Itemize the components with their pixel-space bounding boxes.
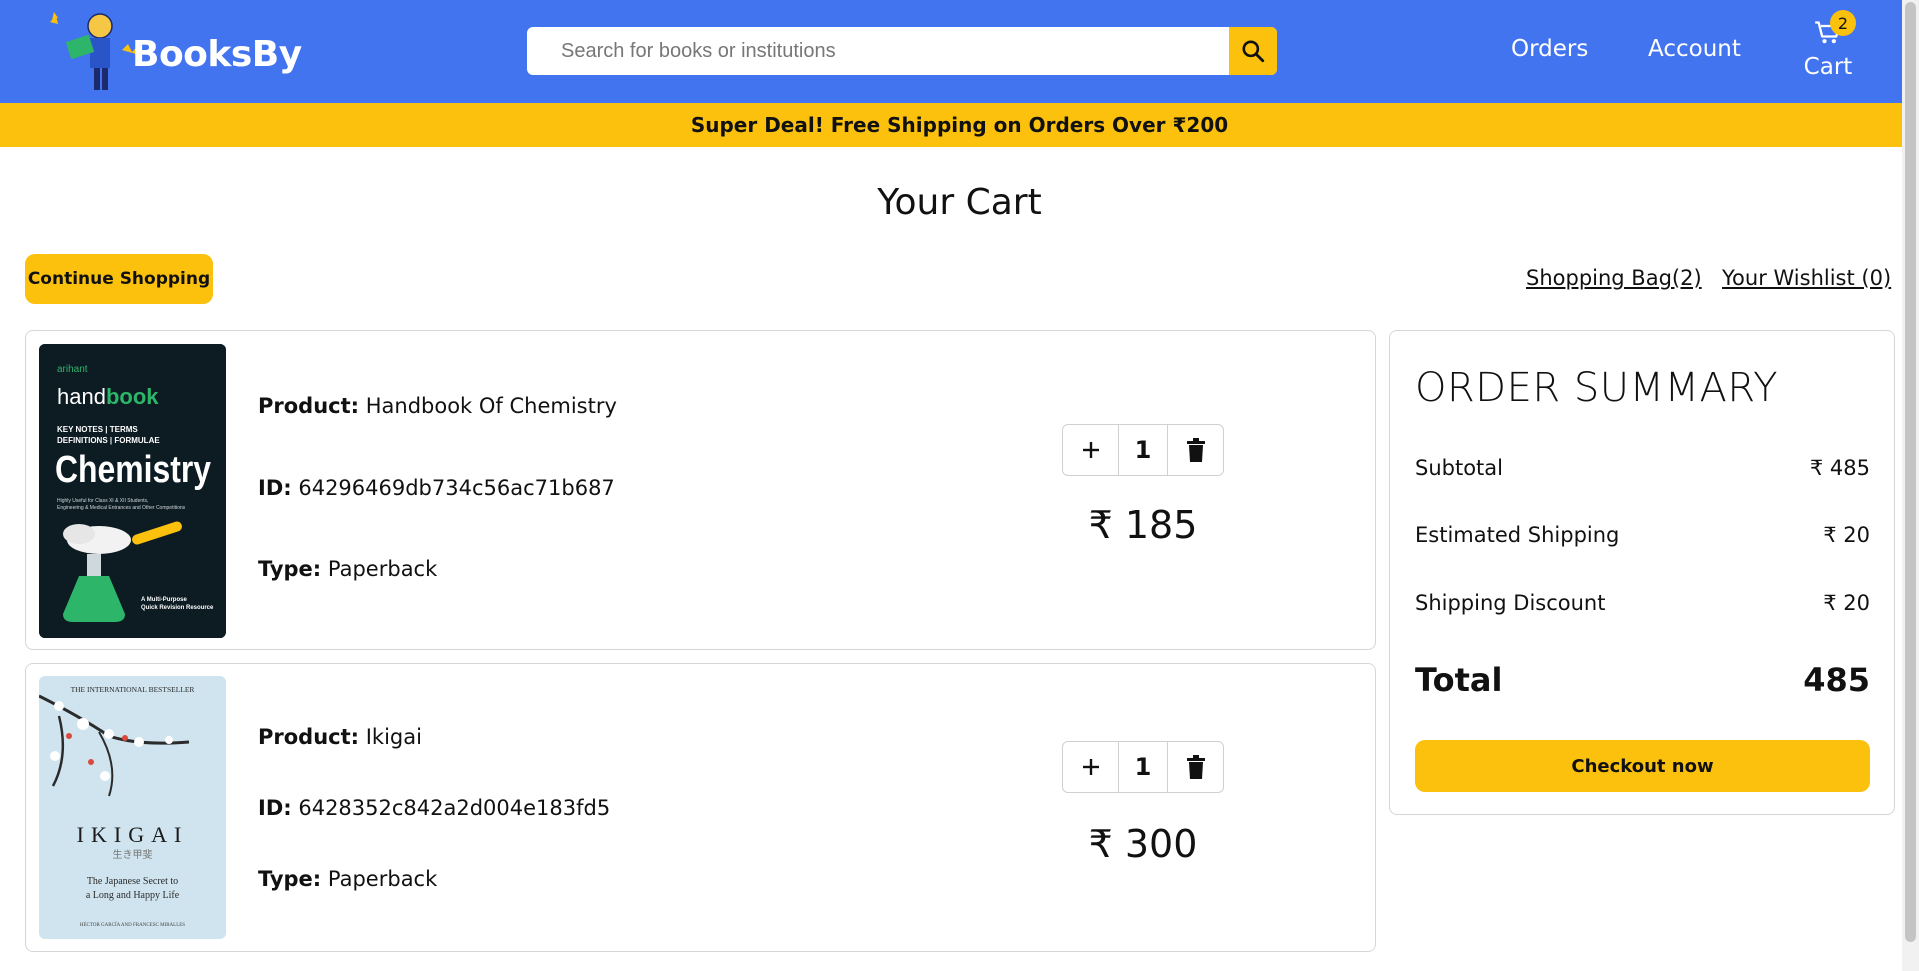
- summary-row-shipping: Estimated Shipping ₹ 20: [1415, 523, 1870, 547]
- trash-icon: [1186, 755, 1205, 779]
- summary-value: ₹ 20: [1823, 591, 1870, 615]
- search-icon: [1242, 40, 1265, 63]
- total-value: 485: [1803, 661, 1870, 699]
- quantity-stepper: 1: [1062, 741, 1224, 793]
- wishlist-link[interactable]: Your Wishlist (0): [1722, 266, 1891, 290]
- cover-top-line: THE INTERNATIONAL BESTSELLER: [71, 685, 195, 694]
- order-summary-panel: ORDER SUMMARY Subtotal ₹ 485 Estimated S…: [1389, 330, 1895, 815]
- cart-item: arihant handbook KEY NOTES | TERMS DEFIN…: [25, 330, 1376, 650]
- brand-name: BooksBy: [132, 34, 302, 75]
- plus-icon: [1082, 442, 1099, 458]
- type-label: Type:: [258, 557, 322, 581]
- item-product: Product: Ikigai: [258, 725, 422, 749]
- item-type: Type: Paperback: [258, 867, 437, 891]
- cart-count-badge: 2: [1830, 10, 1856, 36]
- cover-blurb-2: Engineering & Medical Entrances and Othe…: [57, 505, 186, 511]
- summary-row-subtotal: Subtotal ₹ 485: [1415, 456, 1870, 480]
- page-scrollbar[interactable]: [1902, 0, 1919, 971]
- total-label: Total: [1415, 661, 1503, 699]
- cover-publisher: arihant: [57, 364, 88, 375]
- increase-quantity-button[interactable]: [1063, 425, 1119, 475]
- summary-label: Shipping Discount: [1415, 591, 1606, 615]
- quantity-value: 1: [1134, 753, 1152, 781]
- cover-title: IKIGAI: [77, 822, 189, 847]
- book-cover-image: THE INTERNATIONAL BESTSELLER IKIGAI 生き甲斐…: [39, 676, 226, 939]
- product-label: Product:: [258, 394, 360, 418]
- summary-value: ₹ 20: [1823, 523, 1870, 547]
- product-type: Paperback: [327, 867, 438, 891]
- cover-footer-2: Quick Revision Resource: [141, 605, 214, 611]
- svg-text:handbook: handbook: [57, 384, 159, 409]
- checkout-button[interactable]: Checkout now: [1415, 740, 1870, 792]
- item-price: ₹ 300: [1088, 822, 1198, 866]
- brand-logo[interactable]: BooksBy: [48, 8, 328, 96]
- ikigai-cover-art: THE INTERNATIONAL BESTSELLER IKIGAI 生き甲斐…: [39, 676, 226, 939]
- product-id: 6428352c842a2d004e183fd5: [298, 796, 611, 820]
- summary-value: ₹ 485: [1809, 456, 1870, 480]
- summary-label: Subtotal: [1415, 456, 1503, 480]
- cover-series-light: hand: [57, 384, 106, 409]
- id-label: ID:: [258, 476, 292, 500]
- product-name: Handbook Of Chemistry: [365, 394, 617, 418]
- type-label: Type:: [258, 867, 322, 891]
- product-type: Paperback: [327, 557, 438, 581]
- chemistry-cover-art: arihant handbook KEY NOTES | TERMS DEFIN…: [39, 344, 226, 638]
- item-product: Product: Handbook Of Chemistry: [258, 394, 617, 418]
- product-label: Product:: [258, 725, 360, 749]
- search-input[interactable]: [527, 27, 1229, 75]
- remove-item-button[interactable]: [1167, 425, 1223, 475]
- scrollbar-thumb[interactable]: [1905, 2, 1916, 942]
- cart-item: THE INTERNATIONAL BESTSELLER IKIGAI 生き甲斐…: [25, 663, 1376, 952]
- product-name: Ikigai: [365, 725, 422, 749]
- cover-subtitle-1: The Japanese Secret to: [87, 876, 178, 887]
- item-id: ID: 6428352c842a2d004e183fd5: [258, 796, 610, 820]
- cover-tag-2: DEFINITIONS | FORMULAE: [57, 436, 160, 445]
- plus-icon: [1082, 759, 1099, 775]
- quantity-value: 1: [1134, 436, 1152, 464]
- page-title: Your Cart: [877, 182, 1042, 223]
- cart-label: Cart: [1803, 54, 1853, 80]
- item-price: ₹ 185: [1088, 503, 1198, 547]
- product-id: 64296469db734c56ac71b687: [298, 476, 615, 500]
- id-label: ID:: [258, 796, 292, 820]
- remove-item-button[interactable]: [1167, 742, 1223, 792]
- continue-shopping-button[interactable]: Continue Shopping: [25, 254, 213, 304]
- site-header: BooksBy Orders Account 2 Cart: [0, 0, 1919, 103]
- cart-button[interactable]: 2 Cart: [1800, 10, 1856, 84]
- account-link[interactable]: Account: [1648, 36, 1741, 62]
- cover-series-bold: book: [106, 384, 159, 409]
- summary-row-discount: Shipping Discount ₹ 20: [1415, 591, 1870, 615]
- cover-subtitle-2: a Long and Happy Life: [86, 890, 180, 901]
- search-button[interactable]: [1229, 27, 1277, 75]
- cover-authors: HÉCTOR GARCÍA AND FRANCESC MIRALLES: [80, 922, 185, 928]
- book-cover-image: arihant handbook KEY NOTES | TERMS DEFIN…: [39, 344, 226, 638]
- orders-link[interactable]: Orders: [1511, 36, 1588, 62]
- quantity-stepper: 1: [1062, 424, 1224, 476]
- shopping-bag-link[interactable]: Shopping Bag(2): [1526, 266, 1702, 290]
- cover-subject: Chemistry: [55, 449, 211, 491]
- cover-footer-1: A Multi-Purpose: [141, 597, 187, 603]
- summary-label: Estimated Shipping: [1415, 523, 1620, 547]
- cover-blurb-1: Highly Useful for Class XI & XII Student…: [57, 498, 148, 504]
- order-summary-title: ORDER SUMMARY: [1415, 365, 1779, 411]
- search-bar: [527, 27, 1277, 75]
- summary-total: Total 485: [1415, 661, 1870, 699]
- trash-icon: [1186, 438, 1205, 462]
- cover-tag-1: KEY NOTES | TERMS: [57, 425, 138, 434]
- item-type: Type: Paperback: [258, 557, 437, 581]
- increase-quantity-button[interactable]: [1063, 742, 1119, 792]
- item-id: ID: 64296469db734c56ac71b687: [258, 476, 615, 500]
- promo-banner: Super Deal! Free Shipping on Orders Over…: [0, 103, 1919, 147]
- cover-kanji: 生き甲斐: [113, 848, 153, 861]
